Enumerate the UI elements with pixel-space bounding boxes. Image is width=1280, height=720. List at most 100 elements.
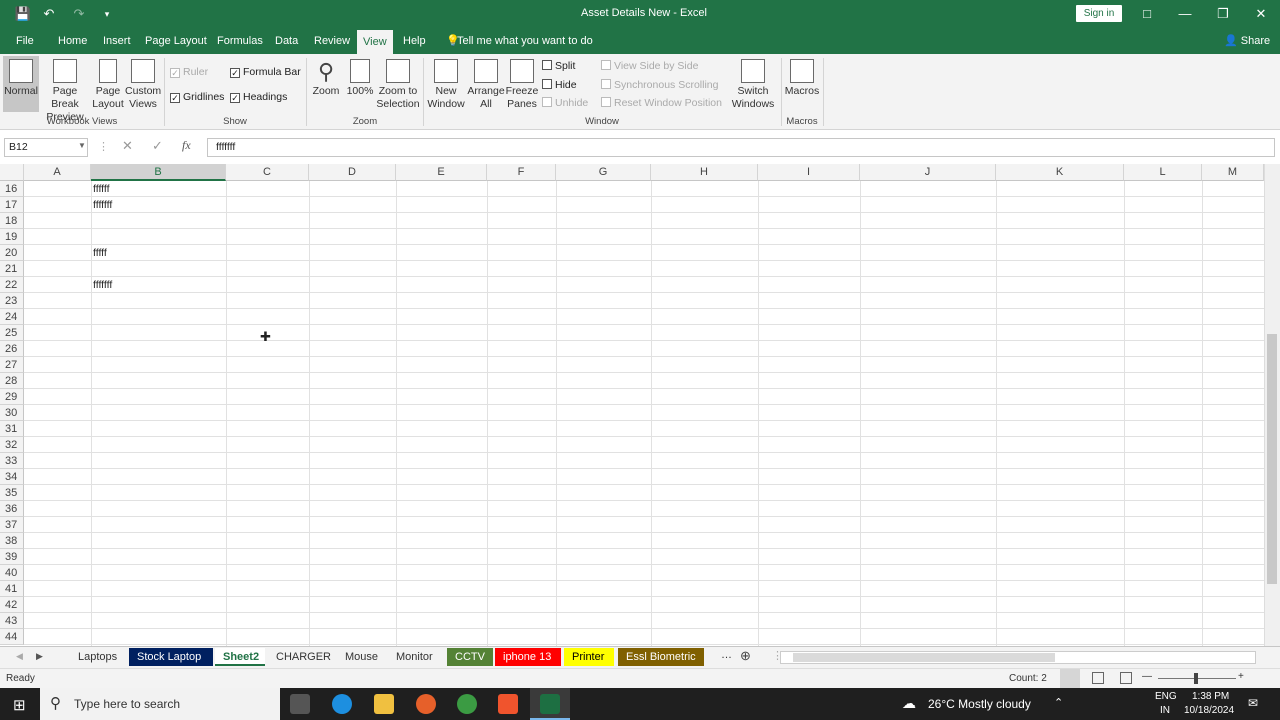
- cell-b22[interactable]: fffffff: [93, 277, 112, 293]
- column-header-i[interactable]: I: [758, 164, 860, 181]
- sheet-tab-printer[interactable]: Printer: [564, 648, 614, 666]
- row-header[interactable]: 26: [0, 341, 24, 357]
- worksheet-grid[interactable]: A B C D E F G H I J K L M 16 17 18 19 20 21 22…: [0, 164, 1264, 646]
- chrome-icon[interactable]: [457, 694, 477, 714]
- row-header[interactable]: 32: [0, 437, 24, 453]
- minimize-button[interactable]: —: [1174, 4, 1196, 24]
- row-header[interactable]: 17: [0, 197, 24, 213]
- horizontal-scroll-thumb[interactable]: [793, 653, 1055, 662]
- file-explorer-icon[interactable]: [374, 694, 394, 714]
- column-header-c[interactable]: C: [226, 164, 309, 181]
- horizontal-scrollbar[interactable]: [780, 651, 1256, 664]
- column-header-m[interactable]: M: [1202, 164, 1264, 181]
- tell-me-search[interactable]: Tell me what you want to do: [451, 28, 599, 54]
- row-header[interactable]: 41: [0, 581, 24, 597]
- zoom-to-selection-button[interactable]: Zoom to Selection: [376, 56, 420, 111]
- scroll-thumb[interactable]: [1267, 334, 1277, 584]
- zoom-button[interactable]: ⚲ Zoom: [311, 56, 341, 98]
- clock-time[interactable]: 1:38 PM: [1192, 691, 1229, 702]
- sheet-tab-stock-laptop[interactable]: Stock Laptop: [129, 648, 213, 666]
- row-header[interactable]: 38: [0, 533, 24, 549]
- sheet-tab-essl-biometric[interactable]: Essl Biometric: [618, 648, 704, 666]
- save-icon[interactable]: 💾: [14, 5, 32, 23]
- customize-qat-icon[interactable]: ▾: [98, 5, 116, 23]
- windows-start-icon[interactable]: ⊞: [13, 696, 26, 714]
- normal-view-status-icon[interactable]: [1060, 669, 1080, 688]
- zoom-slider[interactable]: [1158, 673, 1236, 684]
- row-header[interactable]: 34: [0, 469, 24, 485]
- cell-b17[interactable]: fffffff: [93, 197, 112, 213]
- zoom-in-icon[interactable]: +: [1238, 671, 1244, 682]
- zoom-100-button[interactable]: 100%: [345, 56, 375, 98]
- zoom-out-icon[interactable]: —: [1142, 671, 1152, 682]
- row-header[interactable]: 40: [0, 565, 24, 581]
- formula-bar-checkbox[interactable]: ✓ Formula Bar: [230, 66, 301, 78]
- sheet-tab-mouse[interactable]: Mouse: [337, 648, 385, 666]
- unhide-button[interactable]: Unhide: [542, 97, 588, 109]
- vertical-scrollbar[interactable]: [1264, 164, 1280, 646]
- ruler-checkbox[interactable]: ✓ Ruler: [170, 66, 208, 78]
- insert-function-icon[interactable]: fx: [182, 138, 191, 153]
- tab-data[interactable]: Data: [269, 28, 304, 54]
- name-box[interactable]: B12: [4, 138, 88, 157]
- page-break-preview-button[interactable]: Page Break Preview: [40, 56, 90, 124]
- row-header[interactable]: 16: [0, 181, 24, 197]
- column-header-j[interactable]: J: [860, 164, 996, 181]
- custom-views-button[interactable]: Custom Views: [125, 56, 161, 111]
- formula-input[interactable]: fffffff: [207, 138, 1275, 157]
- clock-date[interactable]: 10/18/2024: [1184, 705, 1234, 716]
- row-header[interactable]: 42: [0, 597, 24, 613]
- tab-view[interactable]: View: [357, 30, 393, 54]
- row-header[interactable]: 19: [0, 229, 24, 245]
- column-header-e[interactable]: E: [396, 164, 487, 181]
- tab-review[interactable]: Review: [308, 28, 356, 54]
- column-header-h[interactable]: H: [651, 164, 758, 181]
- row-header[interactable]: 44: [0, 629, 24, 645]
- zoom-slider-thumb[interactable]: [1194, 673, 1198, 684]
- arrange-all-button[interactable]: Arrange All: [466, 56, 506, 111]
- sheet-tab-iphone-13[interactable]: iphone 13: [495, 648, 561, 666]
- row-header[interactable]: 29: [0, 389, 24, 405]
- column-header-d[interactable]: D: [309, 164, 396, 181]
- row-header[interactable]: 28: [0, 373, 24, 389]
- tab-help[interactable]: Help: [397, 28, 432, 54]
- excel-taskbar-button[interactable]: [530, 688, 570, 720]
- tab-insert[interactable]: Insert: [97, 28, 137, 54]
- sheet-tab-charger[interactable]: CHARGER: [268, 648, 334, 666]
- row-header[interactable]: 35: [0, 485, 24, 501]
- view-side-by-side-button[interactable]: View Side by Side: [601, 60, 698, 72]
- maximize-button[interactable]: ❐: [1212, 4, 1234, 24]
- synchronous-scrolling-button[interactable]: Synchronous Scrolling: [601, 79, 718, 91]
- row-header[interactable]: 30: [0, 405, 24, 421]
- tab-file[interactable]: File: [10, 28, 40, 54]
- notifications-icon[interactable]: ✉: [1248, 696, 1258, 710]
- headings-checkbox[interactable]: ✓ Headings: [230, 91, 287, 103]
- weather-text[interactable]: 26°C Mostly cloudy: [928, 697, 1031, 711]
- share-button[interactable]: 👤 Share: [1218, 28, 1276, 54]
- edge-icon[interactable]: [332, 694, 352, 714]
- row-header[interactable]: 43: [0, 613, 24, 629]
- tab-page-layout[interactable]: Page Layout: [139, 28, 213, 54]
- taskbar-search[interactable]: ⚲ Type here to search: [40, 688, 280, 720]
- split-button[interactable]: Split: [542, 60, 575, 72]
- row-header[interactable]: 18: [0, 213, 24, 229]
- row-header[interactable]: 25: [0, 325, 24, 341]
- cancel-icon[interactable]: ✕: [122, 138, 133, 154]
- select-all-corner[interactable]: [0, 164, 24, 181]
- row-header[interactable]: 21: [0, 261, 24, 277]
- column-header-g[interactable]: G: [556, 164, 651, 181]
- new-window-button[interactable]: New Window: [426, 56, 466, 111]
- row-header[interactable]: 27: [0, 357, 24, 373]
- row-header[interactable]: 24: [0, 309, 24, 325]
- tab-home[interactable]: Home: [52, 28, 93, 54]
- close-button[interactable]: ✕: [1250, 4, 1272, 24]
- sheet-tab-monitor[interactable]: Monitor: [388, 648, 444, 666]
- row-header[interactable]: 37: [0, 517, 24, 533]
- enter-icon[interactable]: ✓: [152, 138, 163, 154]
- row-header[interactable]: 20: [0, 245, 24, 261]
- page-layout-status-icon[interactable]: [1092, 672, 1104, 684]
- page-break-status-icon[interactable]: [1120, 672, 1132, 684]
- sheet-tab-sheet2[interactable]: Sheet2: [215, 648, 265, 666]
- reset-window-position-button[interactable]: Reset Window Position: [601, 97, 722, 109]
- normal-view-button[interactable]: Normal: [3, 56, 39, 112]
